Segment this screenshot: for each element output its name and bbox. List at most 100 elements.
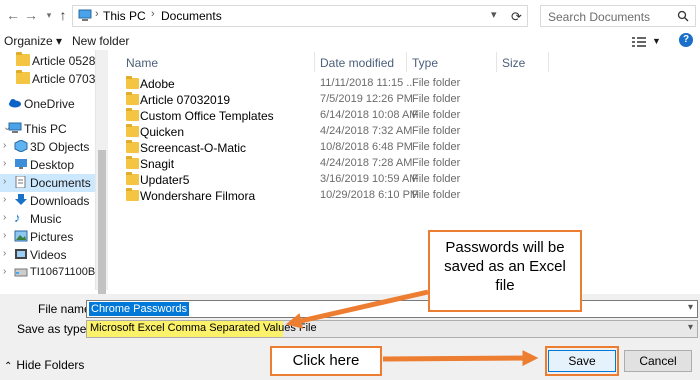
file-name: Wondershare Filmora [140, 189, 256, 203]
arrow-up-icon[interactable]: ↑ [54, 6, 72, 24]
sidebar-item-drive-c[interactable]: › TI10671100B (C:) [0, 264, 95, 282]
chevron-right-icon[interactable]: › [3, 194, 6, 205]
folder-icon [16, 70, 30, 84]
breadcrumb-separator-icon: › [95, 8, 99, 20]
file-row[interactable]: Wondershare Filmora 10/29/2018 6:10 PM F… [118, 188, 548, 204]
breadcrumb-this-pc[interactable]: This PC [103, 9, 146, 23]
folder-icon [126, 140, 139, 153]
save-button[interactable]: Save [548, 350, 616, 372]
file-type: File folder [412, 93, 461, 105]
chevron-down-icon[interactable]: ▾ [491, 8, 497, 21]
file-name-input[interactable]: Chrome Passwords ▾ [86, 300, 698, 318]
file-name: Custom Office Templates [140, 109, 274, 123]
file-name: Quicken [140, 125, 185, 139]
sidebar-item-article-07032019[interactable]: Article 07032019 [0, 70, 96, 88]
chevron-down-icon[interactable]: ▾ [688, 302, 693, 313]
music-icon: ♪ [14, 210, 21, 225]
file-date: 7/5/2019 12:26 PM [320, 93, 413, 105]
folder-icon [126, 124, 139, 137]
sidebar-item-label: Article 07032019 [32, 72, 96, 86]
pc-icon [8, 122, 22, 133]
address-bar: ← → ▾ ↑ › This PC › Documents ▾ ⟳ Search… [0, 0, 700, 32]
search-input[interactable]: Search Documents [540, 5, 696, 27]
sidebar-item-onedrive[interactable]: OneDrive [0, 95, 95, 113]
sidebar-item-desktop[interactable]: › Desktop [0, 156, 95, 174]
file-date: 10/8/2018 6:48 PM [320, 141, 413, 153]
file-row[interactable]: Custom Office Templates 6/14/2018 10:08 … [118, 108, 548, 124]
column-header-size[interactable]: Size [502, 56, 525, 70]
save-as-type-select[interactable]: Microsoft Excel Comma Separated Values F… [86, 320, 698, 338]
chevron-right-icon[interactable]: › [3, 158, 6, 169]
file-type: File folder [412, 173, 461, 185]
column-divider[interactable] [496, 52, 497, 72]
pictures-icon [14, 230, 28, 242]
chevron-down-icon[interactable]: ▾ [688, 322, 693, 333]
details-view-icon[interactable] [632, 36, 648, 48]
column-header-date-modified[interactable]: Date modified [320, 56, 394, 70]
click-here-callout: Click here [270, 346, 382, 376]
breadcrumb-documents[interactable]: Documents [161, 9, 222, 23]
file-row[interactable]: Article 07032019 7/5/2019 12:26 PM File … [118, 92, 548, 108]
chevron-right-icon[interactable]: › [3, 212, 6, 223]
sidebar-item-documents[interactable]: › Documents [0, 174, 95, 192]
column-divider[interactable] [406, 52, 407, 72]
column-divider[interactable] [548, 52, 549, 72]
file-row[interactable]: Adobe 11/11/2018 11:15 ... File folder [118, 76, 548, 92]
sidebar-scrollbar-thumb[interactable] [98, 150, 106, 316]
sidebar-item-article-052819[interactable]: Article 052819 [0, 52, 95, 70]
sidebar-item-this-pc[interactable]: ⌄ This PC [0, 120, 95, 138]
column-header-type[interactable]: Type [412, 56, 438, 70]
refresh-icon[interactable]: ⟳ [511, 9, 522, 25]
file-row[interactable]: Quicken 4/24/2018 7:32 AM File folder [118, 124, 548, 140]
file-name: Article 07032019 [140, 93, 231, 107]
download-icon [15, 194, 27, 205]
sidebar-item-downloads[interactable]: › Downloads [0, 192, 95, 210]
hide-folders-button[interactable]: ⌃ Hide Folders [4, 358, 84, 372]
chevron-right-icon[interactable]: › [3, 248, 6, 259]
cube-icon [14, 140, 28, 152]
column-headers: Name Date modified Type Size [118, 52, 700, 72]
documents-icon [15, 176, 26, 188]
organize-button[interactable]: Organize ▾ [4, 34, 62, 48]
back-icon[interactable]: ← [4, 6, 22, 24]
sidebar-item-videos[interactable]: › Videos [0, 246, 95, 264]
file-row[interactable]: Updater5 3/16/2019 10:59 AM File folder [118, 172, 548, 188]
sidebar-item-music[interactable]: › ♪ Music [0, 210, 95, 228]
chevron-right-icon[interactable]: › [3, 140, 6, 151]
chevron-right-icon[interactable]: › [3, 176, 6, 187]
view-options-chevron-icon[interactable]: ▼ [652, 36, 661, 46]
save-as-type-label: Save as type: [17, 322, 90, 336]
callout-line: saved as an Excel [444, 258, 566, 275]
file-date: 4/24/2018 7:32 AM [320, 125, 413, 137]
folder-icon [126, 76, 139, 89]
folder-icon [126, 92, 139, 105]
sidebar-item-label: Music [30, 212, 62, 226]
sidebar-scrollbar[interactable] [96, 50, 108, 316]
help-icon[interactable]: ? [679, 33, 693, 47]
address-field[interactable]: › This PC › Documents ▾ ⟳ [72, 5, 528, 27]
column-divider[interactable] [314, 52, 315, 72]
folder-icon [126, 156, 139, 169]
file-row[interactable]: Screencast-O-Matic 10/8/2018 6:48 PM Fil… [118, 140, 548, 156]
desktop-icon [15, 159, 27, 169]
chevron-right-icon[interactable]: › [3, 230, 6, 241]
file-row[interactable]: Snagit 4/24/2018 7:28 AM File folder [118, 156, 548, 172]
sidebar-item-3d-objects[interactable]: › 3D Objects [0, 138, 95, 156]
file-date: 6/14/2018 10:08 AM [320, 109, 419, 121]
chevron-right-icon[interactable]: › [3, 266, 6, 277]
breadcrumb-separator-icon: › [151, 8, 155, 20]
column-header-name[interactable]: Name [126, 56, 158, 70]
save-as-type-value: Microsoft Excel Comma Separated Values F… [90, 322, 317, 334]
folder-icon [126, 172, 139, 185]
sidebar-item-label: Videos [30, 248, 67, 262]
chevron-up-icon: ⌃ [4, 361, 13, 372]
file-date: 3/16/2019 10:59 AM [320, 173, 419, 185]
forward-icon[interactable]: → [22, 6, 40, 24]
sidebar-item-pictures[interactable]: › Pictures [0, 228, 95, 246]
file-type: File folder [412, 125, 461, 137]
folder-icon [126, 108, 139, 121]
videos-icon [15, 249, 27, 259]
new-folder-button[interactable]: New folder [72, 34, 129, 48]
file-name-value: Chrome Passwords [89, 302, 189, 316]
cancel-button[interactable]: Cancel [624, 350, 692, 372]
